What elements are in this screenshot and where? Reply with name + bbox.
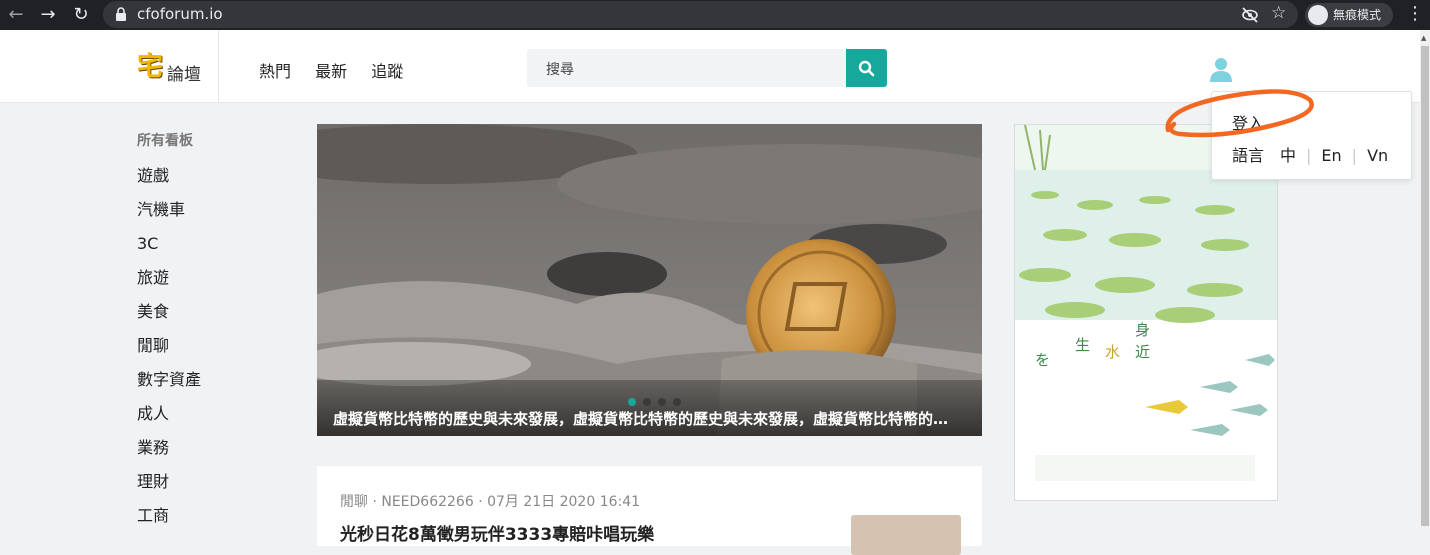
ad-text-3: 水 xyxy=(1105,343,1120,361)
lang-vn[interactable]: Vn xyxy=(1367,146,1388,165)
user-icon[interactable] xyxy=(1209,57,1233,83)
back-arrow-icon[interactable]: ← xyxy=(5,4,27,26)
logo-mark: 宅 xyxy=(137,52,164,82)
incognito-label: 無痕模式 xyxy=(1333,8,1382,22)
nav-latest[interactable]: 最新 xyxy=(315,62,347,81)
sidebar-item-adult[interactable]: 成人 xyxy=(137,397,201,431)
logo-text: 論壇 xyxy=(167,65,201,85)
ad-banner[interactable]: 身 近 水 生 を xyxy=(1014,124,1278,501)
search-input[interactable]: 搜尋 xyxy=(527,49,846,87)
top-nav: 熱門 最新 追蹤 xyxy=(259,58,422,82)
nav-hot[interactable]: 熱門 xyxy=(259,62,291,81)
scroll-thumb[interactable] xyxy=(1421,46,1429,526)
incognito-icon xyxy=(1308,5,1328,25)
forward-arrow-icon[interactable]: → xyxy=(37,4,59,26)
carousel-dot-3[interactable] xyxy=(658,398,666,406)
reload-icon[interactable]: ↻ xyxy=(70,4,92,26)
ad-text-5: を xyxy=(1035,351,1050,369)
lang-separator: | xyxy=(1306,146,1312,165)
post-meta: 閒聊 · NEED662266 · 07月 21日 2020 16:41 xyxy=(340,494,641,510)
kebab-menu-icon[interactable]: ⋮ xyxy=(1406,3,1424,24)
carousel-dot-1[interactable] xyxy=(628,398,636,406)
lang-zh[interactable]: 中 xyxy=(1280,146,1296,165)
sidebar-item-digital-assets[interactable]: 數字資產 xyxy=(137,363,201,397)
search-placeholder: 搜尋 xyxy=(546,62,574,78)
header-divider xyxy=(218,30,219,102)
page-scrollbar[interactable]: ▲ xyxy=(1420,30,1430,531)
lang-en[interactable]: En xyxy=(1321,146,1341,165)
sidebar-title: 所有看板 xyxy=(137,133,193,149)
carousel-dot-2[interactable] xyxy=(643,398,651,406)
eye-off-icon[interactable] xyxy=(1241,6,1259,24)
carousel-dot-4[interactable] xyxy=(673,398,681,406)
lock-icon xyxy=(116,7,126,21)
board-sidebar: 所有看板 遊戲 汽機車 3C 旅遊 美食 閒聊 數字資產 成人 業務 理財 工商 xyxy=(137,130,201,541)
sidebar-item-chat[interactable]: 閒聊 xyxy=(137,329,201,363)
address-bar[interactable]: cfoforum.io ☆ xyxy=(103,1,1298,28)
sidebar-item-3c[interactable]: 3C xyxy=(137,227,201,261)
incognito-badge[interactable]: 無痕模式 xyxy=(1305,3,1393,27)
search-icon xyxy=(858,60,875,77)
lang-separator: | xyxy=(1351,146,1358,165)
scroll-up-arrow-icon[interactable]: ▲ xyxy=(1421,34,1426,42)
post-title[interactable]: 光秒日花8萬徵男玩伴3333專賠咔唱玩樂 xyxy=(340,520,654,545)
search-button[interactable] xyxy=(846,49,887,87)
ad-text-2: 近 xyxy=(1135,343,1150,361)
post-thumbnail[interactable] xyxy=(851,515,961,555)
sidebar-item-finance[interactable]: 理財 xyxy=(137,465,201,499)
carousel-caption[interactable]: 虛擬貨幣比特幣的歷史與未來發展，虛擬貨幣比特幣的歷史與未來發展，虛擬貨幣比特幣的… xyxy=(333,408,963,429)
nav-following[interactable]: 追蹤 xyxy=(371,62,403,81)
sidebar-item-vehicles[interactable]: 汽機車 xyxy=(137,193,201,227)
post-card[interactable]: 閒聊 · NEED662266 · 07月 21日 2020 16:41 光秒日… xyxy=(317,466,982,555)
ad-text-4: 生 xyxy=(1075,336,1090,354)
language-label: 語言 xyxy=(1232,146,1265,165)
star-icon[interactable]: ☆ xyxy=(1271,3,1286,23)
sidebar-item-travel[interactable]: 旅遊 xyxy=(137,261,201,295)
highlight-circle-annotation xyxy=(1165,89,1314,138)
browser-toolbar: ← → ↻ cfoforum.io ☆ 無痕模式 ⋮ xyxy=(0,0,1430,30)
sidebar-item-commerce[interactable]: 工商 xyxy=(137,499,201,533)
sidebar-item-games[interactable]: 遊戲 xyxy=(137,159,201,193)
sidebar-item-business[interactable]: 業務 xyxy=(137,431,201,465)
sidebar-item-food[interactable]: 美食 xyxy=(137,295,201,329)
url-text: cfoforum.io xyxy=(137,5,223,23)
ad-image: 身 近 水 生 を xyxy=(1015,125,1277,481)
ad-text-1: 身 xyxy=(1135,321,1150,339)
